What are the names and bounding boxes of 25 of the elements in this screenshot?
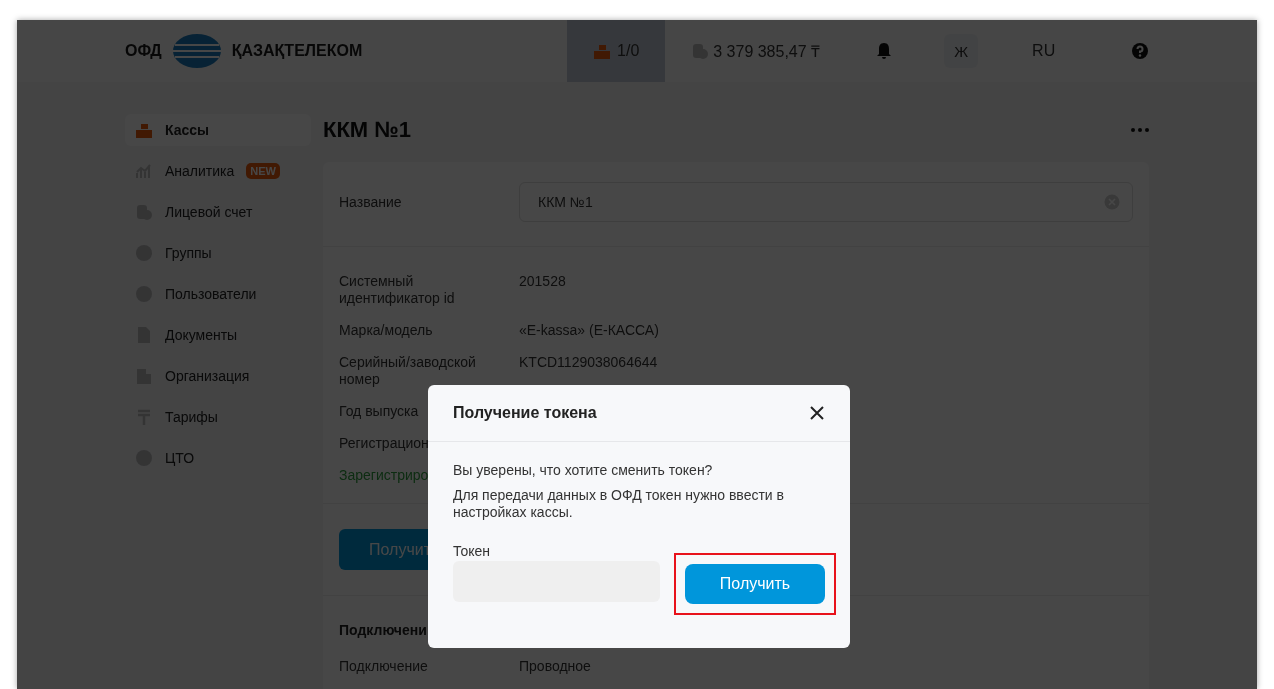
page-title: ККМ №1 <box>323 117 412 143</box>
dialog-note: Для передачи данных в ОФД токен нужно ввести в настройках кассы. <box>453 487 785 521</box>
logo-text: ОФД <box>125 42 162 60</box>
field-label: Серийный/заводской номер <box>339 354 477 388</box>
field-value: «E-kassa» (Е-КАССА) <box>519 322 659 338</box>
close-button[interactable] <box>809 405 825 421</box>
field-label: Название <box>339 193 403 211</box>
close-icon <box>809 405 825 421</box>
balance-text: 3 379 385,47 ₸ <box>713 42 821 62</box>
field-label: Регистрацион <box>339 435 429 452</box>
language-selector[interactable]: RU <box>1032 42 1056 60</box>
submit-button[interactable]: Получить <box>685 564 825 604</box>
field-value: Проводное <box>519 658 591 674</box>
field-label: Подключение <box>339 658 429 675</box>
status-text: Зарегистриро <box>339 467 429 483</box>
dialog-question: Вы уверены, что хотите сменить токен? <box>453 462 714 479</box>
field-value: KTCD1129038064644 <box>519 354 658 370</box>
field-label: Год выпуска <box>339 403 419 420</box>
section-title: Подключени <box>339 622 427 638</box>
logo-text: ҚАЗАҚТЕЛЕКОМ <box>231 42 363 60</box>
field-label: Токен <box>453 543 492 559</box>
dialog-title: Получение токена <box>453 404 597 422</box>
field-value: 201528 <box>519 273 566 289</box>
field-label: Системный идентификатор id <box>339 273 456 307</box>
field-label: Марка/модель <box>339 322 434 339</box>
